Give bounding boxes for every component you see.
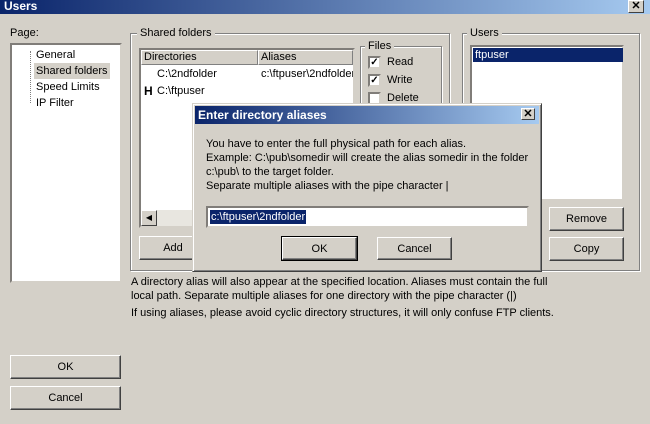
page-item-ip-filter[interactable]: IP Filter <box>36 95 74 111</box>
dialog-instructions: You have to enter the full physical path… <box>206 137 528 193</box>
alias-input-value[interactable]: c:\ftpuser\2ndfolder <box>210 210 307 224</box>
column-header-directories[interactable]: Directories <box>141 50 258 65</box>
user-item-ftpuser[interactable]: ftpuser <box>473 48 623 62</box>
cancel-button[interactable]: Cancel <box>10 386 121 410</box>
directory-cell: C:\2ndfolder <box>157 68 217 80</box>
users-label: Users <box>467 27 502 39</box>
page-tree: General Shared folders Speed Limits IP F… <box>10 43 122 283</box>
window-title: Users <box>4 0 38 13</box>
page-label: Page: <box>10 27 39 39</box>
close-icon[interactable]: ✕ <box>628 0 644 13</box>
directory-cell: C:\ftpuser <box>157 85 205 97</box>
dialog-titlebar: Enter directory aliases <box>195 106 539 124</box>
alias-input[interactable]: c:\ftpuser\2ndfolder <box>206 206 529 228</box>
remove-user-button[interactable]: Remove <box>549 207 624 231</box>
dialog-ok-button[interactable]: OK <box>281 236 358 261</box>
read-label: Read <box>387 56 414 68</box>
page-item-speed-limits[interactable]: Speed Limits <box>36 79 100 95</box>
scroll-left-icon[interactable]: ◀ <box>141 210 157 226</box>
tree-connector <box>30 51 31 103</box>
home-marker: H <box>144 84 153 98</box>
alias-dialog: Enter directory aliases ✕ You have to en… <box>192 103 542 272</box>
dialog-cancel-button[interactable]: Cancel <box>377 237 452 260</box>
write-label: Write <box>387 74 413 86</box>
instruction-line: Example: C:\pub\somedir will create the … <box>206 152 529 164</box>
read-checkbox[interactable]: ✓ <box>368 56 381 69</box>
window-titlebar: Users <box>0 0 650 14</box>
page-item-general[interactable]: General <box>36 47 75 63</box>
shared-folders-label: Shared folders <box>137 27 215 39</box>
column-header-aliases[interactable]: Aliases <box>258 50 353 65</box>
dialog-close-icon[interactable]: ✕ <box>521 108 535 120</box>
table-row[interactable]: C:\2ndfolder c:\ftpuser\2ndfolder <box>141 66 353 83</box>
ok-button[interactable]: OK <box>10 355 121 379</box>
table-row[interactable]: H C:\ftpuser <box>141 83 353 100</box>
files-label: Files <box>365 40 395 52</box>
instruction-line: c:\pub\ to the target folder. <box>206 166 334 178</box>
instruction-line: Separate multiple aliases with the pipe … <box>206 180 449 192</box>
alias-cell: c:\ftpuser\2ndfolder <box>261 68 353 80</box>
page-item-shared-folders[interactable]: Shared folders <box>34 63 110 79</box>
dialog-title: Enter directory aliases <box>198 108 327 122</box>
alias-note: A directory alias will also appear at th… <box>131 276 548 302</box>
copy-user-button[interactable]: Copy <box>549 237 624 261</box>
cyclic-note: If using aliases, please avoid cyclic di… <box>131 307 554 319</box>
instruction-line: You have to enter the full physical path… <box>206 138 467 150</box>
write-checkbox[interactable]: ✓ <box>368 74 381 87</box>
